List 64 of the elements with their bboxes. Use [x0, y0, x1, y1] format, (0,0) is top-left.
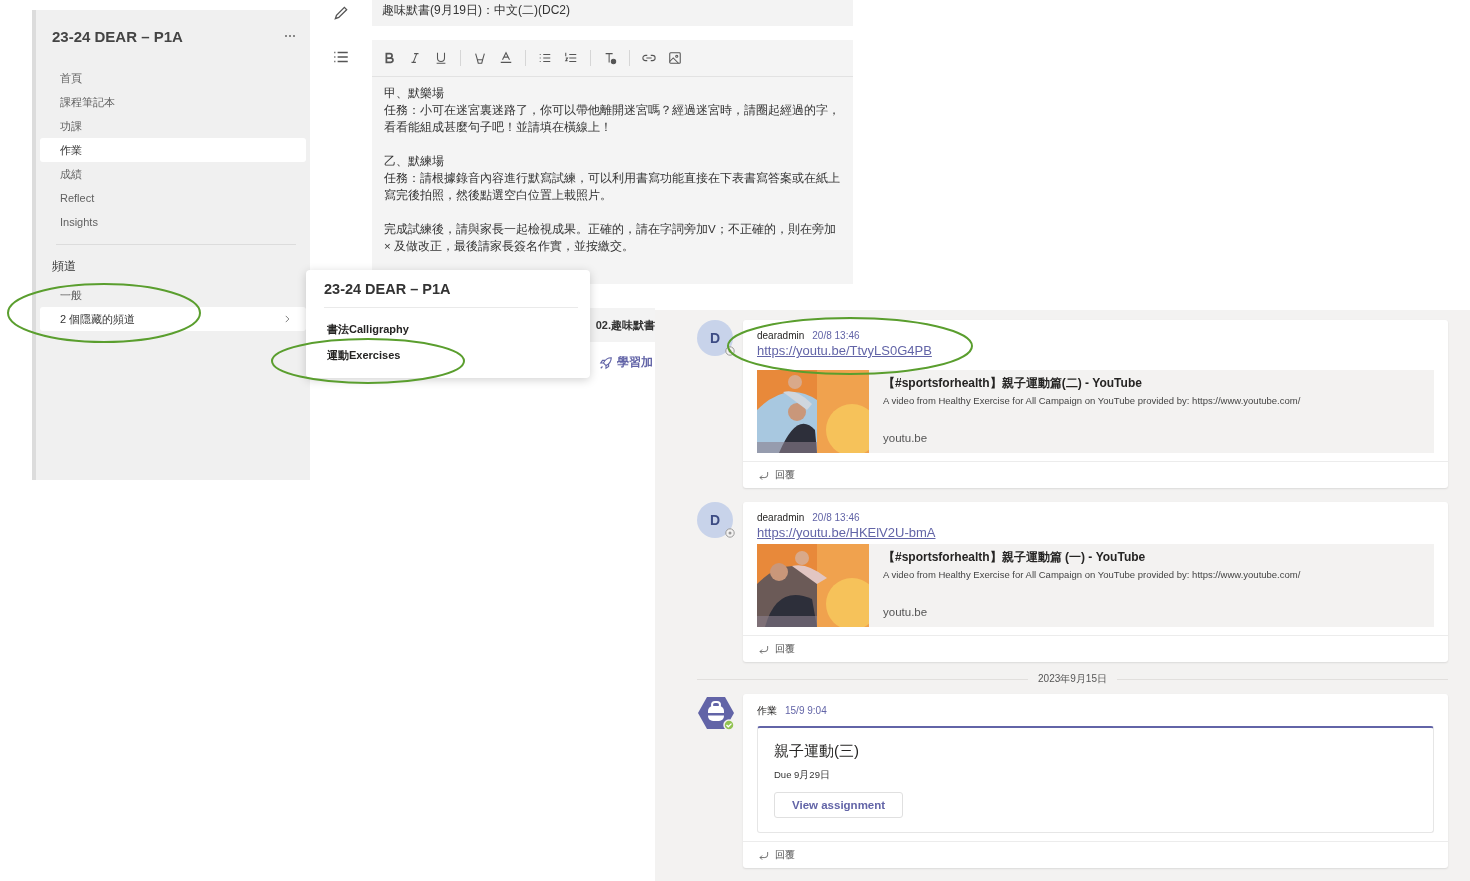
reply-icon[interactable] [757, 643, 770, 655]
author-name: dearadmin [757, 330, 805, 341]
instruction-paragraph: 乙、默練場 任務：請根據錄音內容進行默寫試練，可以利用書寫功能直接在下表書寫答案或在紙上寫完後拍照，然後點選空白位置上載照片。 [384, 154, 841, 203]
backpack-app-icon [697, 694, 735, 732]
sidebar-item[interactable]: 成績 [40, 162, 306, 186]
timestamp: 15/9 9:04 [785, 705, 827, 716]
sidebar-item[interactable]: Reflect [40, 186, 306, 210]
menu-item[interactable]: 運動Exercises [324, 342, 578, 368]
video-link[interactable]: https://youtu.be/TtvyLS0G4PB [757, 343, 932, 358]
link-preview[interactable]: 【#sportsforhealth】親子運動篇(二) - YouTube A video from Healthy Exercise for All Campaign on YouTube provided by: https://www.youtube.com/ youtu.be [757, 370, 1434, 453]
status-icon [725, 346, 735, 356]
pencil-icon[interactable] [332, 4, 350, 22]
instruction-paragraph: 完成試練後，請與家長一起檢視成果。正確的，請在字詞旁加V；不正確的，則在旁加 × 及做改正，最後請家長簽名作實，並按繳交。 [384, 222, 837, 254]
numbered-list-icon[interactable] [564, 51, 578, 65]
author-name: 作業 [757, 704, 777, 718]
team-title: 23-24 DEAR – P1A [52, 27, 183, 45]
preview-description: A video from Healthy Exercise for All Campaign on YouTube provided by: https://www.youtube.com/ [883, 569, 1301, 580]
reply-button[interactable]: 回覆 [775, 468, 795, 482]
learning-accelerator-link[interactable]: 學習加 [599, 354, 653, 371]
sidebar-item[interactable]: Insights [40, 210, 306, 234]
author-name: dearadmin [757, 512, 805, 523]
sidebar-item[interactable]: 首頁 [40, 66, 306, 90]
instructions-editor[interactable]: 甲、默樂場 任務：小可在迷宮裏迷路了，你可以帶他離開迷宮嗎？經過迷宮時，請圈起經過的字，看看能組成甚麼句子吧！並請填在橫線上！ 乙、默練場 任務：請根據錄音內容進行默寫試練，可以利用書寫功能直接在下表書寫答案或在紙上寫完後拍照，然後點選空白位置上載照片。 完成試練後，請與家長一起檢視成果。正確的，請在字詞旁加V；不正確的，則在旁加 × 及做改正，最後請家長簽名作實，並按繳交。 [372, 40, 853, 284]
highlighter-icon[interactable] [473, 51, 487, 65]
video-link[interactable]: https://youtu.be/HKElV2U-bmA [757, 525, 936, 540]
date-divider: 2023年9月15日 [1038, 672, 1107, 686]
underline-icon[interactable] [434, 51, 448, 65]
font-color-icon[interactable] [499, 51, 513, 65]
reply-button[interactable]: 回覆 [775, 642, 795, 656]
avatar[interactable]: D [697, 320, 733, 356]
preview-title: 【#sportsforhealth】親子運動篇(二) - YouTube [883, 375, 1143, 392]
chevron-right-icon[interactable] [282, 314, 292, 324]
bullet-list-icon[interactable] [538, 51, 552, 65]
status-icon [725, 528, 735, 538]
avatar[interactable]: D [697, 502, 733, 538]
link-preview[interactable]: 【#sportsforhealth】親子運動篇 (一) - YouTube A video from Healthy Exercise for All Campaign on YouTube provided by: https://www.youtube.com/ youtu.be [757, 544, 1434, 627]
channels-heading: 頻道 [51, 259, 77, 274]
title-field[interactable]: 趣味默書(9月19日)：中文(二)(DC2) [372, 0, 853, 26]
preview-domain: youtu.be [883, 432, 929, 444]
timestamp: 20/8 13:46 [812, 512, 860, 523]
menu-item[interactable]: 書法Calligraphy [324, 316, 578, 342]
rocket-icon [599, 355, 613, 370]
sidebar-item[interactable]: 功課 [40, 114, 306, 138]
instruction-paragraph: 甲、默樂場 任務：小可在迷宮裏迷路了，你可以帶他離開迷宮嗎？經過迷宮時，請圈起經過的字，看看能組成甚麼句子吧！並請填在橫線上！ [384, 86, 841, 135]
due-date: Due 9月29日 [774, 769, 830, 782]
view-assignment-button[interactable]: View assignment [774, 792, 904, 818]
more-icon[interactable] [284, 34, 296, 38]
preview-title: 【#sportsforhealth】親子運動篇 (一) - YouTube [883, 549, 1147, 566]
reply-icon[interactable] [757, 849, 770, 861]
sidebar-item[interactable]: 作業 [40, 138, 306, 162]
reply-button[interactable]: 回覆 [775, 848, 795, 862]
assignment-name: 02.趣味默書 [595, 317, 655, 333]
channel-item[interactable]: 一般 [40, 283, 306, 307]
timestamp: 20/8 13:46 [812, 330, 860, 341]
assignment-title: 親子運動(三) [774, 742, 859, 761]
menu-title: 23-24 DEAR – P1A [324, 281, 452, 297]
sidebar-item[interactable]: 課程筆記本 [40, 90, 306, 114]
reply-icon[interactable] [757, 469, 770, 481]
channel-label: 2 個隱藏的頻道 [60, 312, 136, 327]
preview-domain: youtu.be [883, 606, 929, 618]
clear-format-icon[interactable] [603, 51, 617, 65]
hidden-channels-item[interactable]: 2 個隱藏的頻道 [40, 307, 306, 331]
image-icon[interactable] [668, 51, 682, 65]
preview-description: A video from Healthy Exercise for All Campaign on YouTube provided by: https://www.youtube.com/ [883, 395, 1301, 406]
